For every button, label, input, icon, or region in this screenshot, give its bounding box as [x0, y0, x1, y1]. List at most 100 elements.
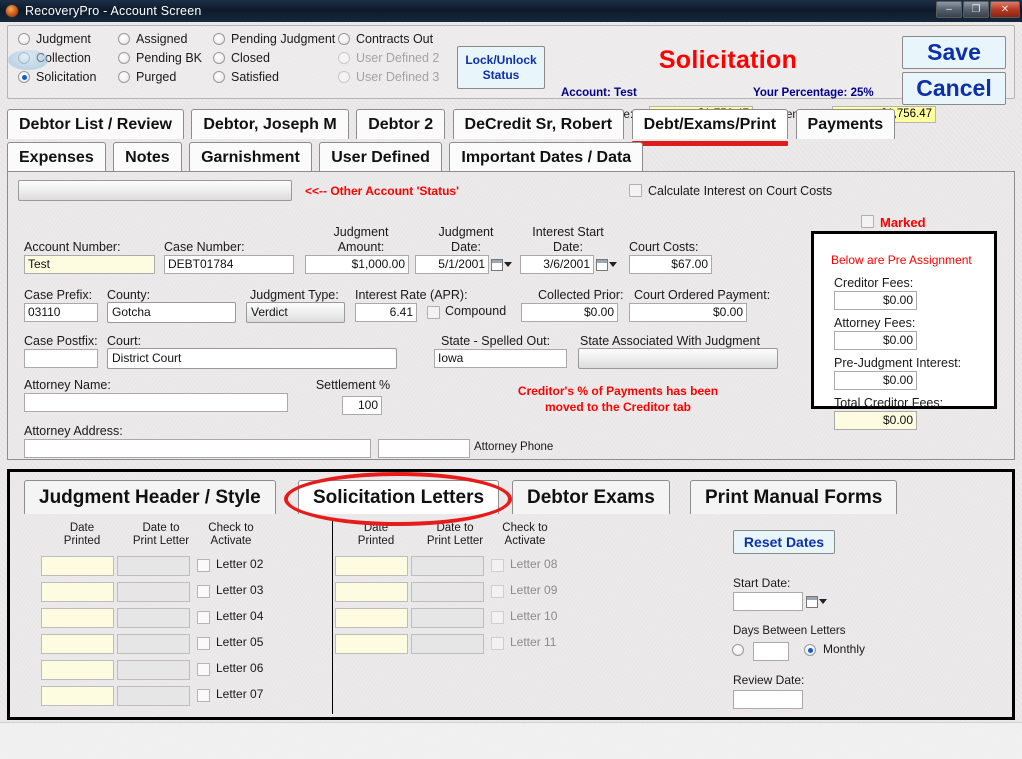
attorney-phone-field[interactable] [378, 439, 470, 458]
marked-checkbox[interactable] [861, 215, 874, 228]
letter-09-date-printed[interactable] [335, 582, 408, 602]
letter-03-date-printed[interactable] [41, 582, 114, 602]
radio-indicator-pending-bk[interactable] [118, 52, 130, 64]
county-combo[interactable]: Gotcha [107, 302, 236, 323]
radio-indicator-contracts-out[interactable] [338, 33, 350, 45]
letter-07-date-printed[interactable] [41, 686, 114, 706]
radio-indicator-satisfied[interactable] [213, 71, 225, 83]
calculate-interest-checkbox[interactable] [629, 184, 642, 197]
tab-expenses[interactable]: Expenses [7, 142, 106, 172]
state-associated-combo[interactable] [578, 348, 778, 369]
letter-06-activate-checkbox[interactable] [197, 663, 210, 676]
days-between-radio[interactable] [732, 644, 744, 656]
status-radio-satisfied[interactable]: Satisfied [213, 68, 335, 86]
judgment-date-field[interactable]: 5/1/2001 [415, 255, 489, 274]
interest-start-date-field[interactable]: 3/6/2001 [520, 255, 594, 274]
btab-judgment-header-style[interactable]: Judgment Header / Style [24, 480, 276, 514]
radio-indicator-solicitation[interactable] [18, 71, 30, 83]
review-date-field[interactable] [733, 690, 803, 709]
judgment-type-combo[interactable]: Verdict [246, 302, 345, 323]
btab-debtor-exams[interactable]: Debtor Exams [512, 480, 670, 514]
status-radio-judgment[interactable]: Judgment [18, 30, 96, 48]
tab-decredit-sr-robert[interactable]: DeCredit Sr, Robert [452, 109, 625, 139]
radio-indicator-assigned[interactable] [118, 33, 130, 45]
letter-07-date-to-print[interactable] [117, 686, 190, 706]
letter-02-date-to-print[interactable] [117, 556, 190, 576]
status-radio-closed[interactable]: Closed [213, 49, 335, 67]
letter-08-date-to-print[interactable] [411, 556, 484, 576]
letter-10-date-to-print[interactable] [411, 608, 484, 628]
minimize-button[interactable]: – [936, 1, 962, 18]
letter-03-activate-checkbox[interactable] [197, 585, 210, 598]
court-ordered-payment-field[interactable]: $0.00 [629, 303, 747, 322]
court-costs-field[interactable]: $67.00 [629, 255, 712, 274]
case-prefix-field[interactable]: 03110 [24, 303, 98, 322]
compound-checkbox[interactable] [427, 306, 440, 319]
letter-05-date-to-print[interactable] [117, 634, 190, 654]
letter-08-activate-checkbox[interactable] [491, 559, 504, 572]
tab-debtor-list-review[interactable]: Debtor List / Review [7, 109, 184, 139]
interest-rate-field[interactable]: 6.41 [355, 303, 417, 322]
letter-10-date-printed[interactable] [335, 608, 408, 628]
tab-notes[interactable]: Notes [113, 142, 182, 172]
letter-06-date-printed[interactable] [41, 660, 114, 680]
letter-02-activate-checkbox[interactable] [197, 559, 210, 572]
tab-garnishment[interactable]: Garnishment [189, 142, 312, 172]
tab-debt-exams-print[interactable]: Debt/Exams/Print [631, 109, 789, 146]
lock-unlock-status-button[interactable]: Lock/Unlock Status [457, 46, 545, 89]
letter-11-activate-checkbox[interactable] [491, 637, 504, 650]
status-radio-contracts-out[interactable]: Contracts Out [338, 30, 439, 48]
days-between-field[interactable] [753, 642, 789, 661]
radio-indicator-pending-judgment[interactable] [213, 33, 225, 45]
case-number-field[interactable]: DEBT01784 [164, 255, 294, 274]
letter-06-date-to-print[interactable] [117, 660, 190, 680]
interest-start-date-picker-button[interactable] [596, 255, 622, 274]
btab-print-manual-forms[interactable]: Print Manual Forms [690, 480, 898, 514]
tab-debtor-2[interactable]: Debtor 2 [356, 109, 446, 139]
btab-solicitation-letters[interactable]: Solicitation Letters [298, 480, 500, 514]
radio-indicator-judgment[interactable] [18, 33, 30, 45]
judgment-amount-field[interactable]: $1,000.00 [305, 255, 409, 274]
letter-04-date-printed[interactable] [41, 608, 114, 628]
letter-09-activate-checkbox[interactable] [491, 585, 504, 598]
attorney-name-field[interactable] [24, 393, 288, 412]
letter-05-date-printed[interactable] [41, 634, 114, 654]
status-radio-solicitation[interactable]: Solicitation [18, 68, 96, 86]
tab-payments[interactable]: Payments [795, 109, 896, 139]
letter-02-date-printed[interactable] [41, 556, 114, 576]
other-status-combo[interactable] [18, 180, 292, 201]
account-number-field[interactable]: Test [24, 255, 155, 274]
pre-judgment-interest-field[interactable]: $0.00 [834, 371, 917, 390]
start-orb-icon[interactable] [8, 50, 48, 70]
state-spelled-field[interactable]: Iowa [434, 349, 567, 368]
radio-indicator-closed[interactable] [213, 52, 225, 64]
court-combo[interactable]: District Court [107, 348, 397, 369]
letter-05-activate-checkbox[interactable] [197, 637, 210, 650]
case-postfix-field[interactable] [24, 349, 98, 368]
judgment-date-picker-button[interactable] [491, 255, 517, 274]
settlement-percent-field[interactable]: 100 [342, 396, 382, 415]
save-button[interactable]: Save [902, 36, 1006, 69]
start-date-field[interactable] [733, 592, 803, 611]
monthly-radio[interactable] [804, 644, 816, 656]
status-radio-pending-judgment[interactable]: Pending Judgment [213, 30, 335, 48]
status-radio-assigned[interactable]: Assigned [118, 30, 202, 48]
start-date-picker-button[interactable] [806, 592, 832, 611]
attorney-address-field[interactable] [24, 439, 371, 458]
letter-11-date-to-print[interactable] [411, 634, 484, 654]
tab-user-defined[interactable]: User Defined [319, 142, 442, 172]
letter-11-date-printed[interactable] [335, 634, 408, 654]
status-radio-purged[interactable]: Purged [118, 68, 202, 86]
letter-08-date-printed[interactable] [335, 556, 408, 576]
close-button[interactable]: ✕ [990, 1, 1020, 18]
maximize-button[interactable]: ❐ [963, 1, 989, 18]
letter-10-activate-checkbox[interactable] [491, 611, 504, 624]
tab-important-dates-data[interactable]: Important Dates / Data [449, 142, 644, 172]
letter-03-date-to-print[interactable] [117, 582, 190, 602]
letter-04-activate-checkbox[interactable] [197, 611, 210, 624]
radio-indicator-purged[interactable] [118, 71, 130, 83]
reset-dates-button[interactable]: Reset Dates [733, 530, 835, 554]
letter-07-activate-checkbox[interactable] [197, 689, 210, 702]
letter-09-date-to-print[interactable] [411, 582, 484, 602]
attorney-fees-field[interactable]: $0.00 [834, 331, 917, 350]
